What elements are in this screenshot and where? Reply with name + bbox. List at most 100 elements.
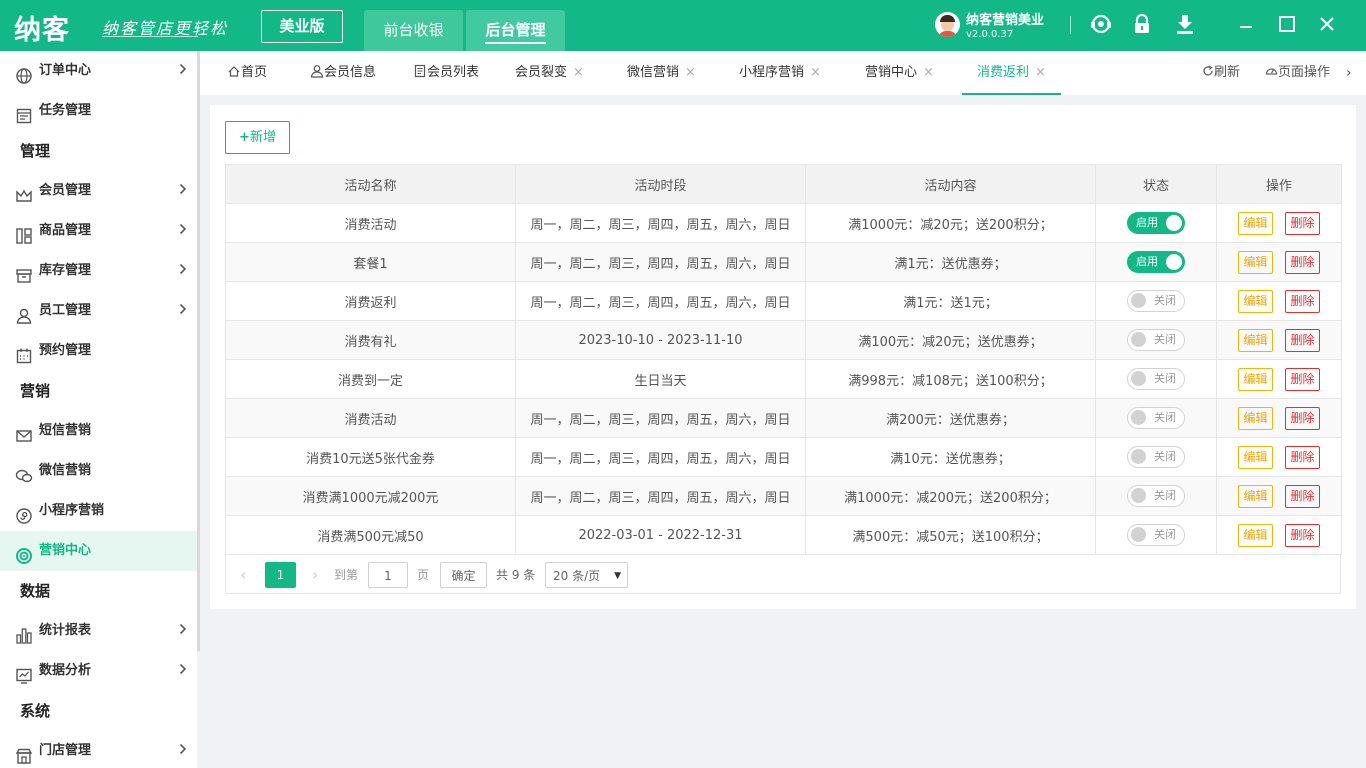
edit-button[interactable]: 编辑 — [1238, 406, 1273, 430]
download-icon[interactable] — [1173, 13, 1197, 37]
sidebar-item[interactable]: 微信营销 — [0, 451, 197, 491]
status-toggle[interactable]: 关闭 — [1127, 407, 1185, 429]
page-size-select[interactable]: 20 条/页 ▼ — [545, 562, 628, 588]
page-tab-label: 消费返利 — [977, 65, 1030, 80]
table-row: 消费到一定 生日当天 满998元：减108元；送100积分； 关闭 编辑 删除 — [225, 359, 1342, 399]
goto-page-input[interactable]: 1 — [368, 562, 408, 588]
prev-page-icon[interactable]: ‹ — [240, 562, 246, 588]
user-name[interactable]: 纳客营销美业 — [966, 9, 1044, 28]
status-toggle[interactable]: 关闭 — [1127, 329, 1185, 351]
lock-icon[interactable] — [1130, 13, 1154, 37]
status-toggle[interactable]: 关闭 — [1127, 524, 1185, 546]
status-toggle-label: 启用 — [1136, 216, 1158, 229]
module-tab-cashier[interactable]: 前台收银 — [364, 10, 463, 51]
page-unit-label: 页 — [417, 568, 430, 582]
activity-period: 周一，周二，周三，周四，周五，周六，周日 — [515, 281, 806, 321]
sidebar-item[interactable]: 营销中心 — [0, 531, 197, 571]
status-cell: 启用 — [1095, 242, 1217, 282]
tab-close-icon[interactable]: × — [685, 65, 696, 80]
tab-close-icon[interactable]: × — [923, 65, 934, 80]
delete-button[interactable]: 删除 — [1285, 406, 1320, 430]
sidebar-item[interactable]: 小程序营销 — [0, 491, 197, 531]
edit-button[interactable]: 编辑 — [1238, 445, 1273, 469]
page-tab[interactable]: 消费返利 × — [962, 51, 1061, 95]
refresh-button[interactable]: 刷新 — [1202, 51, 1240, 95]
delete-button[interactable]: 删除 — [1285, 328, 1320, 352]
sidebar-item[interactable]: 短信营销 — [0, 411, 197, 451]
delete-button[interactable]: 删除 — [1285, 445, 1320, 469]
delete-button[interactable]: 删除 — [1285, 484, 1320, 508]
table-row: 消费满500元减50 2022-03-01 - 2022-12-31 满500元：减… — [225, 515, 1342, 555]
sidebar-item[interactable]: 统计报表 — [0, 611, 197, 651]
status-toggle[interactable]: 关闭 — [1127, 446, 1185, 468]
sidebar-item[interactable]: 会员管理 — [0, 171, 197, 211]
actions-cell: 编辑 删除 — [1216, 398, 1342, 438]
maximize-icon[interactable] — [1275, 13, 1299, 37]
tab-close-icon[interactable]: × — [810, 65, 821, 80]
edit-button[interactable]: 编辑 — [1238, 367, 1273, 391]
status-cell: 关闭 — [1095, 281, 1217, 321]
edit-button[interactable]: 编辑 — [1238, 211, 1273, 235]
activity-content: 满500元：减50元；送100积分； — [805, 515, 1096, 555]
avatar[interactable] — [935, 12, 960, 37]
activity-content: 满1元：送1元； — [805, 281, 1096, 321]
page-tab[interactable]: 会员列表 — [413, 51, 479, 95]
edit-button[interactable]: 编辑 — [1238, 328, 1273, 352]
activity-name: 消费到一定 — [225, 359, 516, 399]
sidebar-item[interactable]: 订单中心 — [0, 51, 197, 91]
activity-content: 满998元：减108元；送100积分； — [805, 359, 1096, 399]
activity-name: 消费满1000元减200元 — [225, 476, 516, 516]
sidebar-item-label: 营销中心 — [39, 543, 92, 558]
chevron-right-icon[interactable]: › — [1346, 51, 1352, 95]
sidebar-item[interactable]: 数据分析 — [0, 651, 197, 691]
goto-confirm-button[interactable]: 确定 — [440, 562, 487, 588]
table-row: 消费10元送5张代金券 周一，周二，周三，周四，周五，周六，周日 满10元：送优惠券… — [225, 437, 1342, 477]
page-number-current[interactable]: 1 — [265, 562, 296, 588]
sidebar-item[interactable]: 预约管理 — [0, 331, 197, 371]
minimize-icon[interactable] — [1234, 13, 1258, 37]
chevron-right-icon — [179, 171, 187, 211]
page-tab[interactable]: 营销中心 × — [865, 51, 934, 95]
edit-button[interactable]: 编辑 — [1238, 484, 1273, 508]
close-icon[interactable] — [1315, 13, 1339, 37]
sidebar-item[interactable]: 库存管理 — [0, 251, 197, 291]
edit-button[interactable]: 编辑 — [1238, 289, 1273, 313]
sidebar-item[interactable]: 员工管理 — [0, 291, 197, 331]
module-tab-label: 后台管理 — [485, 21, 546, 44]
next-page-icon[interactable]: › — [312, 562, 318, 588]
status-cell: 关闭 — [1095, 320, 1217, 360]
delete-button[interactable]: 删除 — [1285, 367, 1320, 391]
page-ops-button[interactable]: 页面操作 — [1265, 51, 1330, 95]
tab-close-icon[interactable]: × — [573, 65, 584, 80]
status-toggle[interactable]: 启用 — [1127, 212, 1185, 234]
sidebar-item[interactable]: 商品管理 — [0, 211, 197, 251]
sidebar-item[interactable]: 任务管理 — [0, 91, 197, 131]
page-tab[interactable]: 小程序营销 × — [739, 51, 821, 95]
add-button[interactable]: +新增 — [225, 121, 290, 154]
edition-button[interactable]: 美业版 — [261, 10, 343, 43]
sidebar-item[interactable]: 门店管理 — [0, 731, 197, 768]
activity-name: 消费有礼 — [225, 320, 516, 360]
page-tab[interactable]: 会员裂变 × — [515, 51, 584, 95]
status-toggle[interactable]: 启用 — [1127, 251, 1185, 273]
delete-button[interactable]: 删除 — [1285, 289, 1320, 313]
status-toggle[interactable]: 关闭 — [1127, 485, 1185, 507]
status-toggle[interactable]: 关闭 — [1127, 290, 1185, 312]
tab-close-icon[interactable]: × — [1035, 65, 1046, 80]
table-row: 消费有礼 2023-10-10 - 2023-11-10 满100元：减20元；送优… — [225, 320, 1342, 360]
page-tab[interactable]: 首页 — [227, 51, 267, 95]
delete-button[interactable]: 删除 — [1285, 523, 1320, 547]
sidebar-scrollbar[interactable] — [197, 51, 200, 651]
edit-button[interactable]: 编辑 — [1238, 523, 1273, 547]
page-tab[interactable]: 微信营销 × — [627, 51, 696, 95]
edit-button[interactable]: 编辑 — [1238, 250, 1273, 274]
delete-button[interactable]: 删除 — [1285, 250, 1320, 274]
support-icon[interactable] — [1089, 13, 1113, 37]
delete-button[interactable]: 删除 — [1285, 211, 1320, 235]
page-tab[interactable]: 会员信息 — [310, 51, 376, 95]
page-tab-label: 会员裂变 — [515, 65, 568, 80]
module-tab-backend[interactable]: 后台管理 — [466, 10, 565, 51]
chevron-right-icon — [179, 51, 187, 91]
status-toggle[interactable]: 关闭 — [1127, 368, 1185, 390]
app-version: v2.0.0.37 — [966, 29, 1014, 40]
